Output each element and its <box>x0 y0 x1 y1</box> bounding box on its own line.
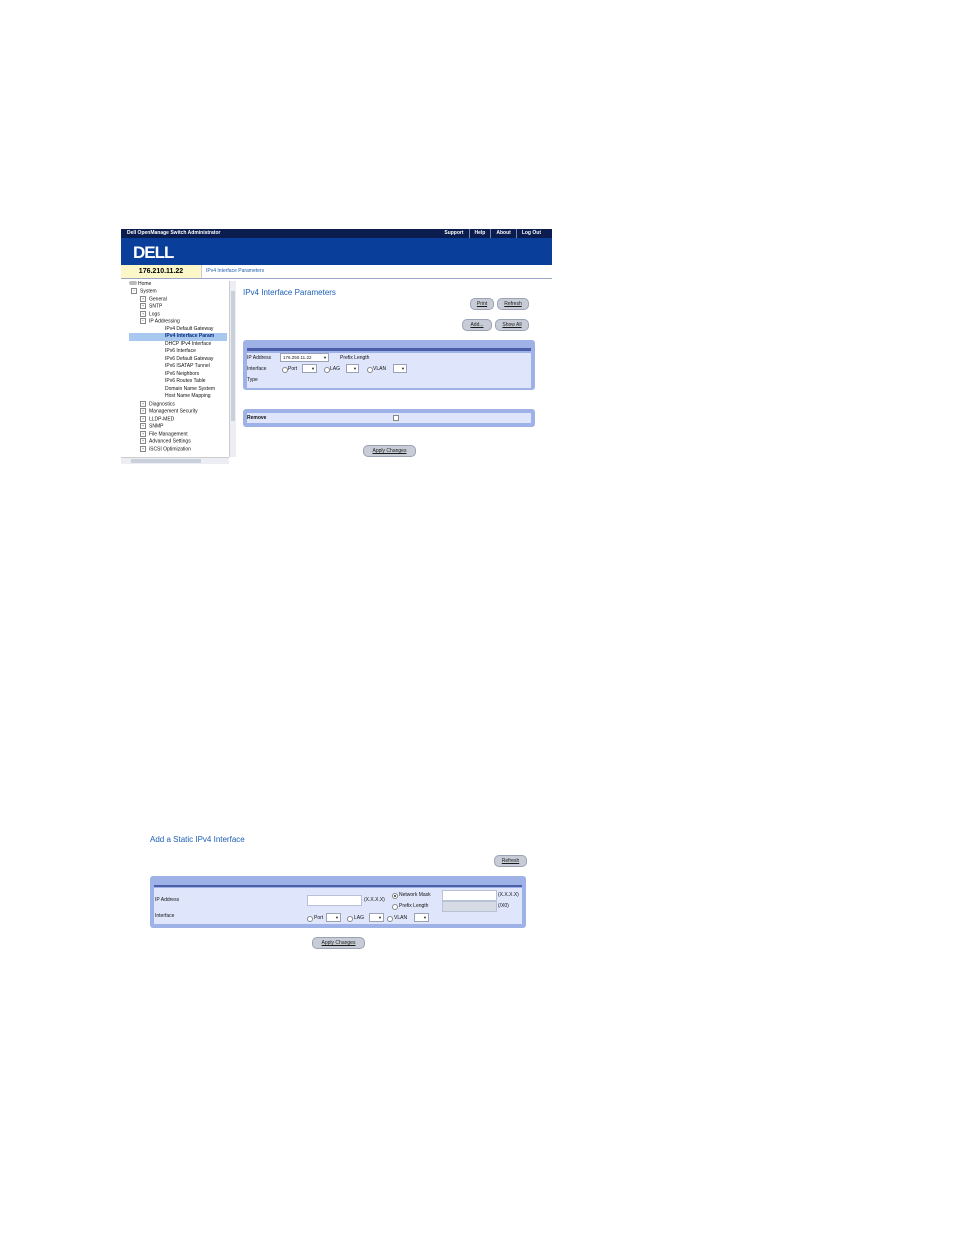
tree-item-snmp[interactable]: + SNMP <box>140 423 163 431</box>
interface-settings-panel: IP Address 176.250.11.22 ▼ Prefix Length … <box>243 340 535 390</box>
network-mask-radio[interactable] <box>392 893 398 899</box>
add-static-ipv4-interface-screenshot: Add a Static IPv4 Interface Refresh IP A… <box>146 832 531 952</box>
remove-checkbox[interactable] <box>393 415 399 421</box>
vlan-label: VLAN <box>373 366 387 372</box>
mask-format-hint: (X.X.X.X) <box>498 892 519 898</box>
lag-select[interactable]: ▼ <box>369 913 384 922</box>
expand-icon[interactable]: + <box>140 416 146 422</box>
tree-item-host-name-mapping[interactable]: Host Name Mapping <box>165 393 211 401</box>
prefix-length-radio[interactable] <box>392 904 398 910</box>
port-select[interactable]: ▼ <box>326 913 341 922</box>
expand-icon[interactable]: + <box>140 446 146 452</box>
device-ip: 176.210.11.22 <box>121 265 202 278</box>
vlan-select[interactable]: ▼ <box>393 364 407 373</box>
logout-link[interactable]: Log Out <box>515 229 546 238</box>
ip-address-label: IP Address <box>247 355 272 361</box>
chevron-down-icon: ▼ <box>378 915 382 920</box>
apply-changes-button[interactable]: Apply Changes <box>363 445 416 457</box>
expand-icon[interactable]: + <box>140 296 146 302</box>
tree-item-advanced-settings[interactable]: + Advanced Settings <box>140 438 191 446</box>
expand-icon[interactable]: + <box>140 408 146 414</box>
about-link[interactable]: About <box>490 229 515 238</box>
top-menu-bar: Dell OpenManage Switch Administrator Sup… <box>121 229 552 238</box>
chevron-down-icon: ▼ <box>401 366 405 371</box>
ip-address-label: IP Address <box>155 897 180 903</box>
tree-item-ipv6-isatap-tunnel[interactable]: IPv6 ISATAP Tunnel <box>165 363 210 371</box>
home-icon <box>129 281 137 285</box>
expand-icon[interactable]: + <box>140 303 146 309</box>
remove-row <box>247 413 531 423</box>
tree-item-sntp[interactable]: + SNTP <box>140 303 162 311</box>
prefix-length-input[interactable] <box>442 901 497 912</box>
help-link[interactable]: Help <box>468 229 491 238</box>
tree-item-management-security[interactable]: + Management Security <box>140 408 198 416</box>
support-link[interactable]: Support <box>439 229 468 238</box>
lag-label: LAG <box>354 915 365 921</box>
lag-select[interactable]: ▼ <box>346 364 359 373</box>
print-button[interactable]: Print <box>470 298 494 310</box>
navigation-tree: Home − System + General + SNTP + Logs − IP Ad… <box>121 281 237 457</box>
expand-icon[interactable]: + <box>140 423 146 429</box>
ip-address-input[interactable] <box>307 895 362 906</box>
tree-item-ip-addressing[interactable]: − IP Addressing <box>140 318 180 326</box>
breadcrumb-bar: 176.210.11.22 IPv4 Interface Parameters <box>121 265 552 279</box>
vlan-label: VLAN <box>394 915 408 921</box>
lag-label: LAG <box>330 366 341 372</box>
tree-vertical-scrollbar[interactable] <box>229 281 236 457</box>
expand-icon[interactable]: + <box>140 438 146 444</box>
chevron-down-icon: ▼ <box>423 915 427 920</box>
chevron-down-icon: ▼ <box>311 366 315 371</box>
prefix-length-label: Prefix Length <box>340 355 370 361</box>
page-title: IPv4 Interface Parameters <box>243 288 336 297</box>
expand-icon[interactable]: + <box>140 431 146 437</box>
remove-label: Remove <box>247 415 267 421</box>
tree-item-system[interactable]: − System <box>131 288 157 296</box>
vlan-radio[interactable] <box>387 916 393 922</box>
static-interface-panel: IP Address (X.X.X.X) Network Mask (X.X.X… <box>150 876 526 928</box>
collapse-icon[interactable]: − <box>140 318 146 324</box>
app-title: Dell OpenManage Switch Administrator <box>127 230 221 236</box>
lag-radio[interactable] <box>347 916 353 922</box>
tree-item-ipv6-routes-table[interactable]: IPv6 Routes Table <box>165 378 206 386</box>
refresh-button[interactable]: Refresh <box>497 298 529 310</box>
vlan-select[interactable]: ▼ <box>414 913 429 922</box>
tree-horizontal-scrollbar[interactable] <box>121 457 229 464</box>
collapse-icon[interactable]: − <box>131 288 137 294</box>
chevron-down-icon: ▼ <box>323 355 327 360</box>
ipv4-interface-parameters-screenshot: Dell OpenManage Switch Administrator Sup… <box>121 229 552 464</box>
port-select[interactable]: ▼ <box>302 364 317 373</box>
scroll-thumb[interactable] <box>131 459 201 463</box>
panel-header <box>247 348 531 351</box>
refresh-button[interactable]: Refresh <box>494 855 527 867</box>
apply-changes-button[interactable]: Apply Changes <box>312 937 365 949</box>
show-all-button[interactable]: Show All <box>495 319 529 331</box>
interface-label: Interface <box>247 366 267 372</box>
tree-item-iscsi-optimization[interactable]: + iSCSI Optimization <box>140 446 191 454</box>
remove-panel: Remove <box>243 409 535 427</box>
ip-address-select[interactable]: 176.250.11.22 ▼ <box>280 353 329 362</box>
prefix-length-label: Prefix Length <box>399 903 429 909</box>
panel-header <box>154 885 522 887</box>
tree-item-ipv4-interface-param[interactable]: IPv4 Interface Param <box>129 333 227 341</box>
ip-format-hint: (X.X.X.X) <box>364 897 385 903</box>
dell-logo: DELL <box>133 243 174 262</box>
port-radio[interactable] <box>307 916 313 922</box>
network-mask-input[interactable] <box>442 890 497 901</box>
chevron-down-icon: ▼ <box>335 915 339 920</box>
prefix-format-hint: (/X0) <box>498 903 509 909</box>
tree-item-ipv6-interface[interactable]: IPv6 Interface <box>165 348 196 356</box>
scroll-thumb[interactable] <box>231 291 235 421</box>
breadcrumb[interactable]: IPv4 Interface Parameters <box>206 265 264 278</box>
add-button[interactable]: Add... <box>462 319 492 331</box>
type-label: Type <box>247 377 258 383</box>
expand-icon[interactable]: + <box>140 311 146 317</box>
port-label: Port <box>288 366 298 372</box>
network-mask-label: Network Mask <box>399 892 431 898</box>
logo-bar: DELL <box>121 238 552 265</box>
page-title: Add a Static IPv4 Interface <box>150 835 245 844</box>
port-label: Port <box>314 915 324 921</box>
chevron-down-icon: ▼ <box>353 366 357 371</box>
expand-icon[interactable]: + <box>140 401 146 407</box>
interface-label: Interface <box>155 913 175 919</box>
